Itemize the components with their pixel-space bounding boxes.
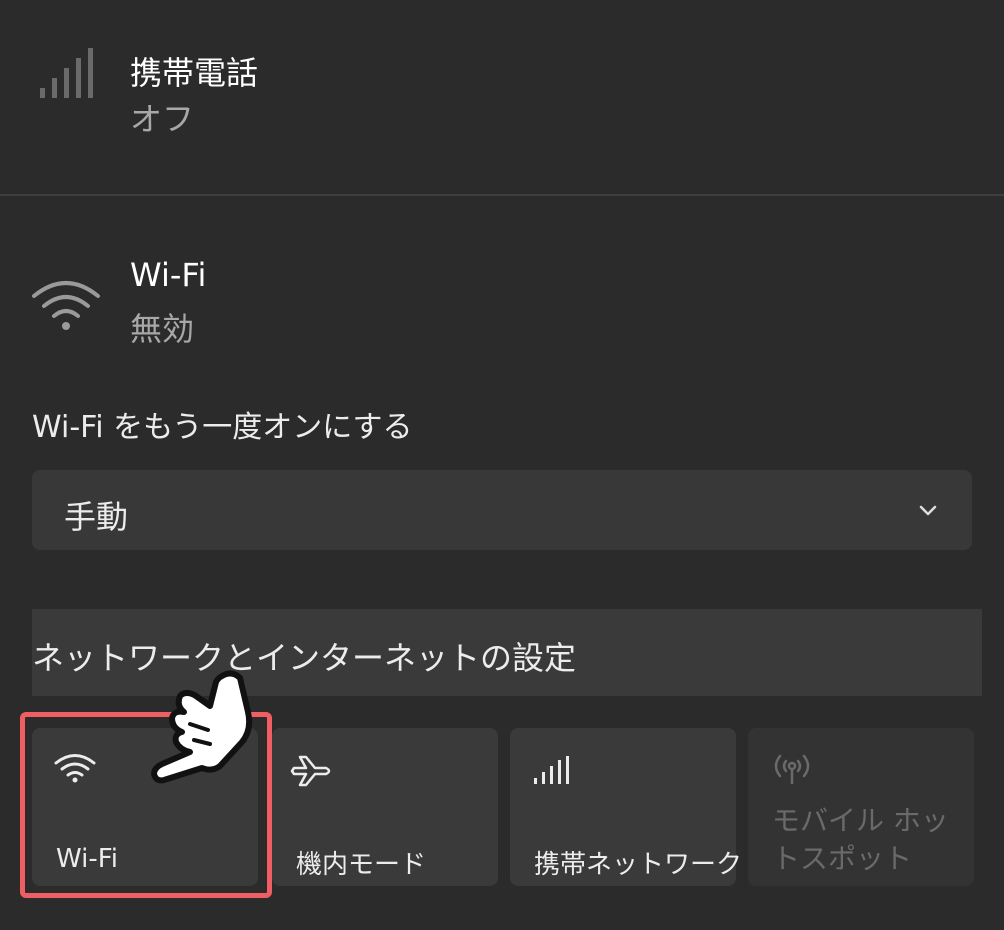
quick-tile-label: 機内モード [296,850,427,880]
signal-bars-icon [40,48,93,98]
pointing-hand-icon [151,670,253,784]
reenable-dropdown[interactable]: 手動 [32,470,972,550]
quick-tile-label: モバイル ホットスポット [772,804,949,875]
reenable-dropdown-value: 手動 [64,498,129,536]
signal-bars-icon [534,756,569,784]
quick-tile-cellular[interactable]: 携帯ネットワーク [510,728,742,886]
reenable-label: Wi-Fi をもう一度オンにする [32,410,413,445]
network-settings-label: ネットワークとインターネットの設定 [32,639,577,677]
quick-tile-label: 携帯ネットワーク [534,850,743,880]
wifi-icon [32,281,100,330]
cellular-status: オフ [130,100,195,138]
quick-tile-airplane-mode[interactable]: 機内モード [272,728,498,886]
quick-tile-mobile-hotspot[interactable]: モバイル ホットスポット [748,728,974,886]
hotspot-icon [774,754,810,784]
section-divider [0,194,1004,196]
wifi-status: 無効 [130,310,195,348]
wifi-title: Wi-Fi [130,256,207,294]
cellular-title: 携帯電話 [130,54,259,92]
chevron-down-icon [919,505,937,516]
airplane-icon [290,755,331,787]
